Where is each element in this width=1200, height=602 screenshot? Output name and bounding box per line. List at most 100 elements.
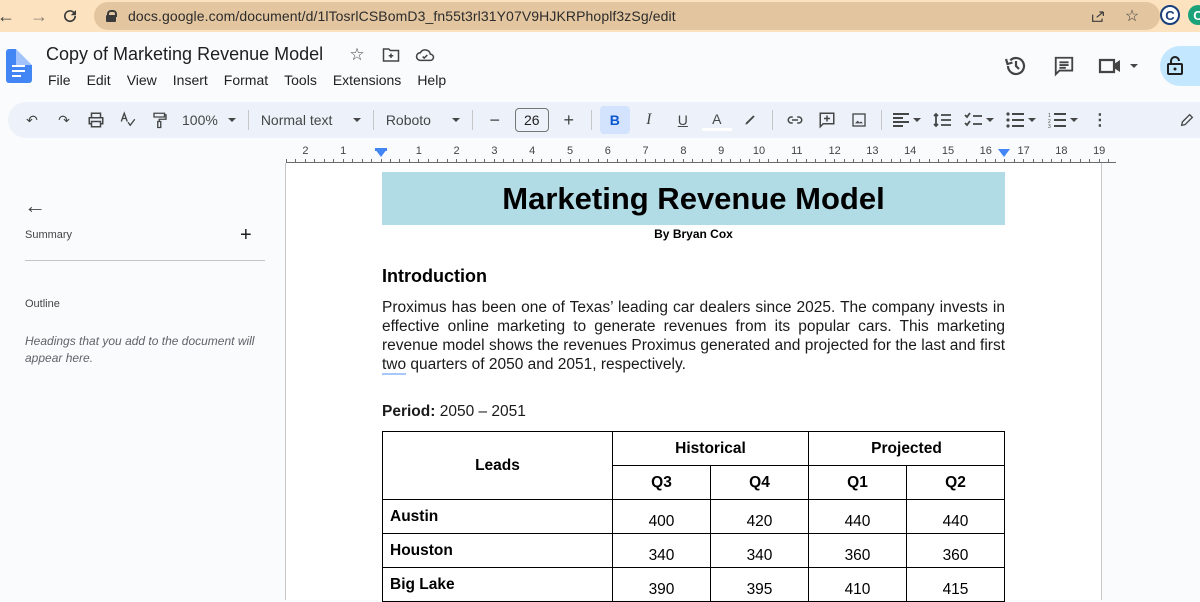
value-cell[interactable]: 395 (710, 567, 809, 602)
docs-logo-icon[interactable] (6, 49, 32, 83)
menu-extensions[interactable]: Extensions (325, 70, 409, 90)
heading-introduction[interactable]: Introduction (382, 266, 487, 287)
highlight-color-button[interactable] (736, 106, 764, 134)
comments-icon[interactable] (1046, 48, 1082, 84)
close-outline-arrow-left-icon[interactable]: ← (24, 193, 46, 219)
city-cell[interactable]: Big Lake (382, 567, 613, 602)
menu-help[interactable]: Help (409, 70, 454, 90)
font-select[interactable]: Roboto (380, 106, 466, 134)
value-cell[interactable]: 400 (612, 499, 711, 534)
value-cell[interactable]: 440 (808, 499, 907, 534)
ruler-number: 15 (941, 145, 955, 157)
plus-icon: + (563, 109, 575, 130)
ruler-number: 8 (680, 145, 687, 157)
extension-icon[interactable]: C (1188, 5, 1200, 25)
bookmark-star-icon[interactable]: ☆ (1122, 6, 1142, 26)
line-spacing-button[interactable] (928, 106, 956, 134)
spelling-suggestion-word[interactable]: two (382, 356, 407, 375)
sidebar-divider (25, 260, 265, 261)
value-cell[interactable]: 410 (808, 567, 907, 602)
city-cell[interactable]: Houston (382, 533, 613, 568)
chevron-down-icon (1027, 118, 1036, 122)
value-cell[interactable]: 390 (612, 567, 711, 602)
paint-format-button[interactable] (146, 106, 174, 134)
byline[interactable]: By Bryan Cox (382, 227, 1005, 241)
menu-edit[interactable]: Edit (79, 70, 119, 90)
more-options-button[interactable]: ⋮ (1086, 106, 1114, 134)
numbered-list-icon: 123 (1048, 113, 1066, 128)
increase-font-size-button[interactable]: + (555, 106, 583, 134)
menu-bar: File Edit View Insert Format Tools Exten… (40, 70, 454, 90)
numbered-list-button[interactable]: 123 (1044, 106, 1082, 134)
table-header-row: Leads Historical Projected (382, 431, 1005, 500)
table-corner-header[interactable]: Leads (382, 431, 613, 500)
ruler-number: 14 (904, 145, 917, 157)
reload-button[interactable] (58, 4, 82, 28)
share-button[interactable] (1160, 46, 1200, 86)
bulleted-list-button[interactable] (1002, 106, 1040, 134)
table-row: Austin 400 420 440 440 (382, 499, 1005, 534)
underline-button[interactable]: U (668, 106, 698, 134)
chevron-down-icon (985, 118, 994, 122)
right-indent-marker[interactable] (998, 149, 1010, 157)
document-heading-title[interactable]: Marketing Revenue Model (382, 172, 1005, 225)
align-button[interactable] (890, 106, 924, 134)
quarter-header[interactable]: Q3 (612, 465, 711, 500)
spellcheck-button[interactable] (114, 106, 142, 134)
value-cell[interactable]: 340 (710, 533, 809, 568)
address-bar[interactable]: docs.google.com/document/d/1lTosrlCSBomD… (94, 2, 1160, 30)
cloud-saved-icon[interactable] (414, 44, 436, 66)
value-cell[interactable]: 415 (906, 567, 1005, 602)
menu-view[interactable]: View (119, 70, 165, 90)
toolbar-divider (372, 110, 374, 130)
period-line[interactable]: Period: 2050 – 2051 (382, 403, 526, 421)
print-button[interactable] (82, 106, 110, 134)
star-icon[interactable]: ☆ (346, 44, 368, 66)
horizontal-ruler[interactable]: 2 1 1 2 3 4 5 6 7 8 9 10 11 12 13 14 15 16 17 18 19 (286, 143, 1200, 163)
meet-button[interactable] (1096, 48, 1140, 84)
city-cell[interactable]: Austin (382, 499, 613, 534)
decrease-font-size-button[interactable]: − (481, 106, 509, 134)
left-indent-marker[interactable] (375, 149, 387, 157)
add-summary-plus-icon[interactable]: + (240, 225, 252, 245)
insert-link-button[interactable] (781, 106, 809, 134)
font-size-input[interactable]: 26 (514, 108, 549, 132)
insert-image-button[interactable] (845, 106, 873, 134)
quarter-header[interactable]: Q4 (710, 465, 809, 500)
checklist-button[interactable] (960, 106, 998, 134)
document-page[interactable]: Marketing Revenue Model By Bryan Cox Int… (286, 163, 1102, 602)
move-folder-icon[interactable] (380, 44, 402, 66)
redo-button[interactable]: ↷ (50, 106, 78, 134)
value-cell[interactable]: 340 (612, 533, 711, 568)
italic-button[interactable]: I (634, 106, 664, 134)
ruler-number: 16 (979, 145, 992, 157)
menu-format[interactable]: Format (216, 70, 276, 90)
version-history-icon[interactable] (998, 48, 1034, 84)
quarter-header[interactable]: Q1 (808, 465, 907, 500)
editing-mode-button[interactable] (1172, 106, 1200, 134)
menu-insert[interactable]: Insert (165, 70, 216, 90)
leads-table[interactable]: Leads Historical Projected Q3 Q4 Q1 Q2 A… (382, 431, 1005, 602)
text-color-button[interactable]: A (701, 109, 732, 131)
group-header-projected[interactable]: Projected (808, 431, 1005, 466)
group-header-historical[interactable]: Historical (612, 431, 809, 466)
menu-tools[interactable]: Tools (276, 70, 325, 90)
quarter-header[interactable]: Q2 (906, 465, 1005, 500)
menu-file[interactable]: File (40, 70, 79, 90)
undo-button[interactable]: ↶ (18, 106, 46, 134)
forward-button[interactable]: → (27, 4, 51, 28)
style-select[interactable]: Normal text (255, 106, 367, 134)
url-text[interactable]: docs.google.com/document/d/1lTosrlCSBomD… (128, 8, 676, 24)
share-page-icon[interactable] (1088, 6, 1108, 26)
add-comment-button[interactable] (813, 106, 841, 134)
value-cell[interactable]: 360 (808, 533, 907, 568)
value-cell[interactable]: 420 (710, 499, 809, 534)
value-cell[interactable]: 440 (906, 499, 1005, 534)
back-button[interactable]: ← (0, 4, 18, 28)
extension-c-icon[interactable]: C (1160, 5, 1180, 25)
bold-button[interactable]: B (599, 106, 630, 134)
zoom-select[interactable]: 100% (176, 106, 242, 134)
intro-paragraph[interactable]: Proximus has been one of Texas’ leading … (382, 298, 1005, 375)
value-cell[interactable]: 360 (906, 533, 1005, 568)
document-title[interactable]: Copy of Marketing Revenue Model (46, 44, 323, 65)
